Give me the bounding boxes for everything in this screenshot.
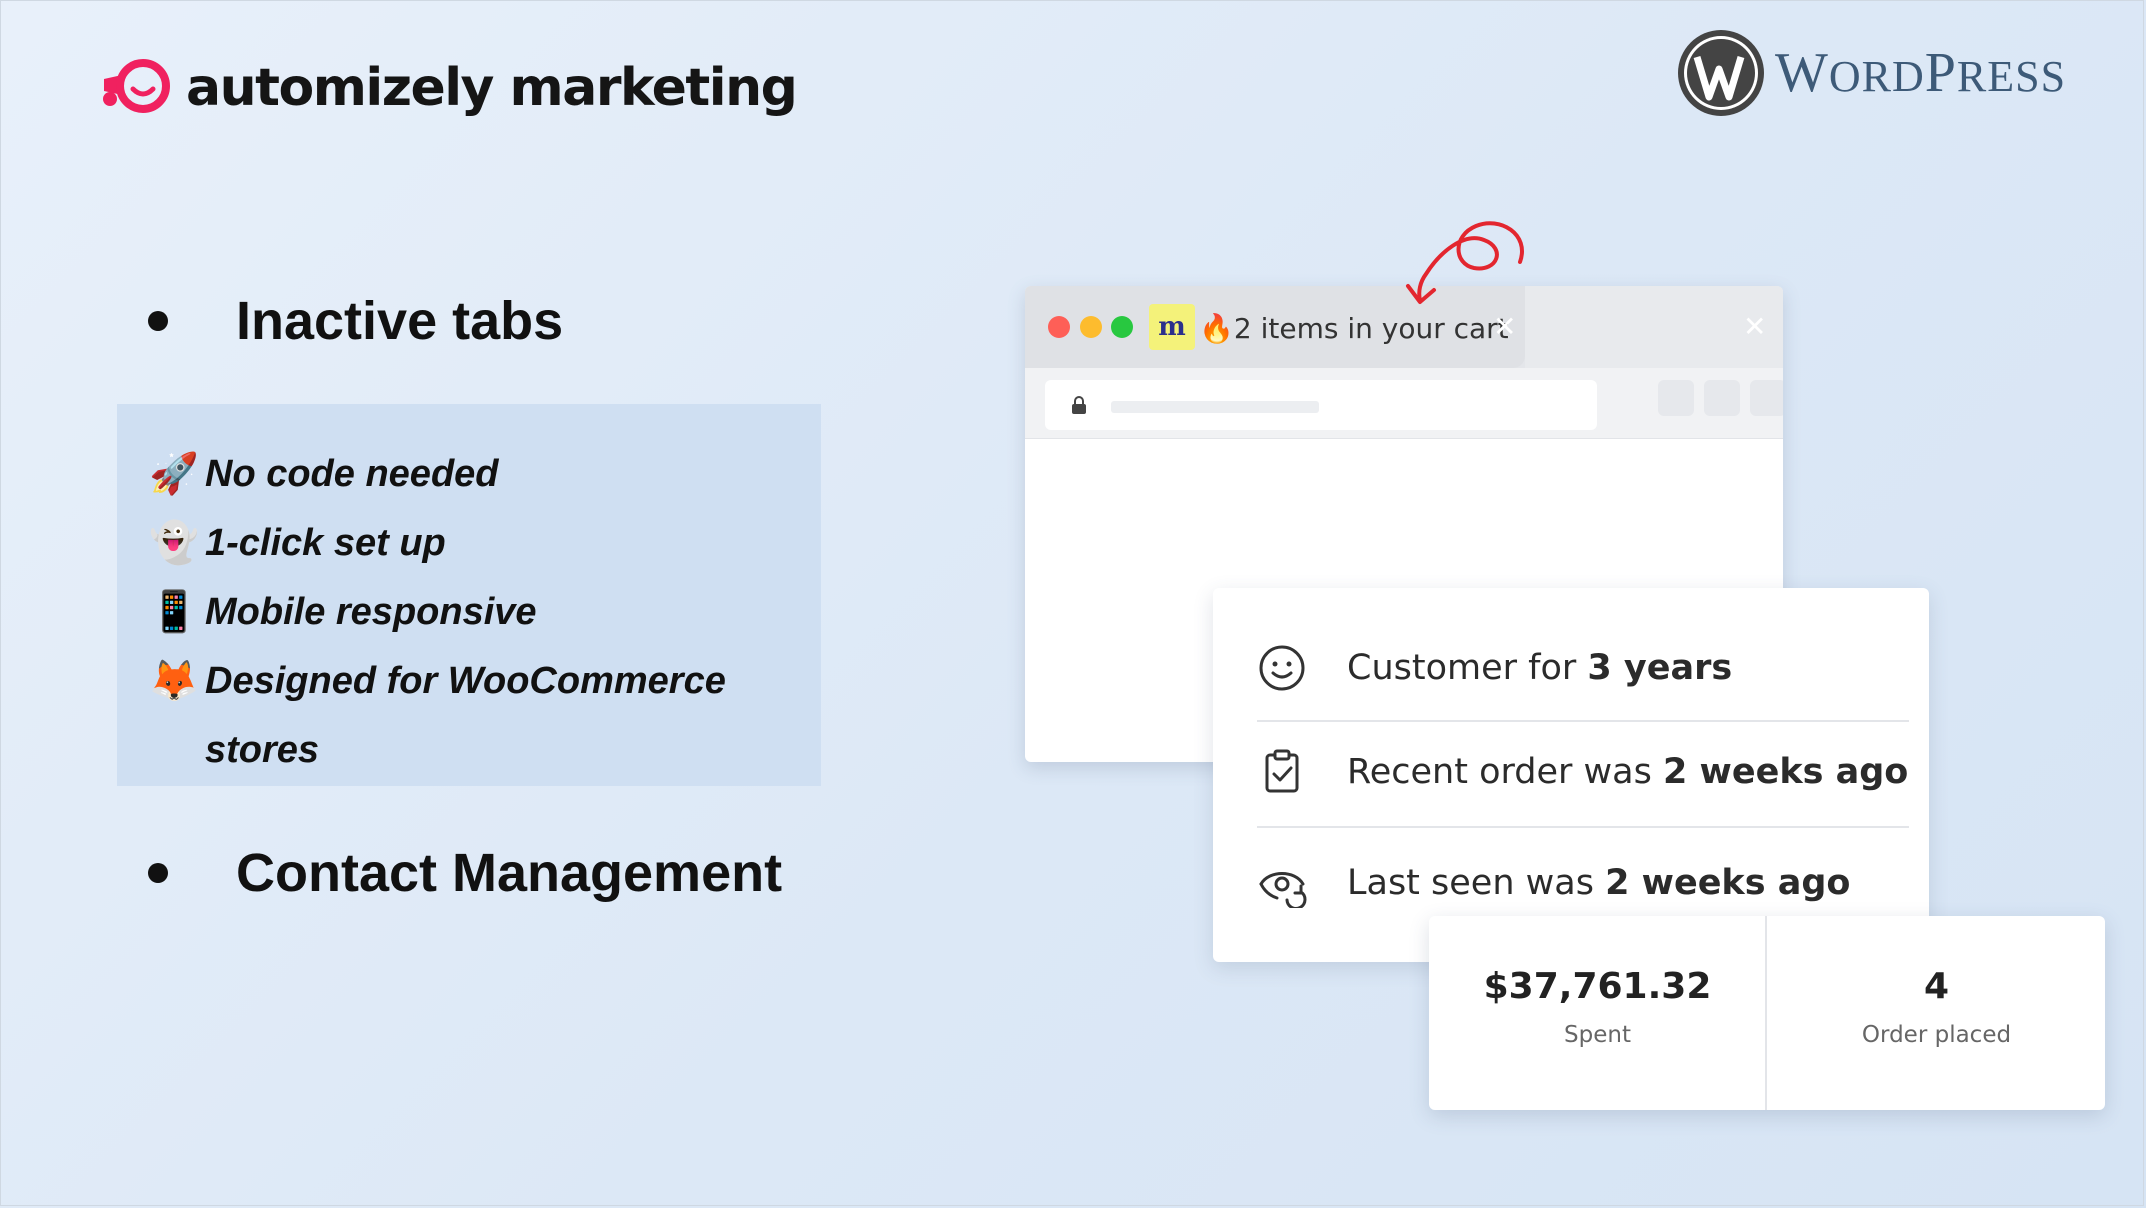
row-prefix: Last seen was: [1347, 863, 1606, 903]
brand-name: automizely marketing: [186, 58, 798, 118]
bullet-dot: [148, 863, 168, 883]
browser-toolbar: [1025, 368, 1783, 439]
row-text: Last seen was 2 weeks ago: [1347, 863, 1850, 903]
stat-value: $37,761.32: [1483, 966, 1712, 1007]
megaphone-smile-icon: [103, 59, 170, 113]
wordpress-part-ord: ORD: [1828, 52, 1925, 101]
feature-item: 📱 Mobile responsive: [117, 578, 821, 647]
row-text: Recent order was 2 weeks ago: [1347, 752, 1908, 792]
bullet-inactive-tabs: Inactive tabs: [96, 290, 563, 352]
row-emphasis: 2 weeks ago: [1605, 863, 1851, 903]
fox-icon: 🦊: [149, 659, 199, 703]
stat-orders: 4 Order placed: [1768, 916, 2105, 1110]
wordpress-wordmark: WORDPRESS: [1775, 41, 2066, 105]
wordpress-initial-w: W: [1775, 42, 1829, 104]
close-window-light[interactable]: [1048, 316, 1070, 338]
smiley-icon: [1259, 645, 1305, 691]
favicon-icon: m: [1149, 304, 1195, 350]
url-placeholder: [1111, 401, 1319, 413]
toolbar-button[interactable]: [1704, 380, 1740, 416]
last-seen-row: Last seen was 2 weeks ago: [1257, 858, 1850, 908]
stat-value: 4: [1923, 966, 1950, 1007]
feature-text: 1-click set up: [205, 522, 446, 564]
feature-item: 🚀 No code needed: [117, 440, 821, 509]
feature-text: Designed for WooCommerce stores: [205, 660, 726, 771]
annotation-arrow-icon: [1406, 221, 1524, 304]
toolbar-button[interactable]: [1750, 380, 1783, 416]
bullet-label: Inactive tabs: [236, 291, 564, 351]
divider: [1765, 916, 1767, 1110]
wordpress-initial-p: P: [1924, 42, 1957, 104]
wordpress-logo: [1678, 30, 1764, 116]
stat-label: Order placed: [1861, 1022, 2012, 1048]
toolbar-button[interactable]: [1658, 380, 1694, 416]
row-emphasis: 3 years: [1587, 648, 1733, 688]
eye-refresh-icon: [1259, 872, 1307, 908]
address-bar[interactable]: [1045, 380, 1597, 430]
bullet-contact-management: Contact Management: [96, 842, 782, 904]
wordpress-part-ress: RESS: [1956, 52, 2067, 101]
close-icon[interactable]: ✕: [1743, 310, 1766, 343]
feature-text: No code needed: [205, 453, 499, 495]
row-prefix: Customer for: [1347, 648, 1588, 688]
bullet-dot: [148, 311, 168, 331]
recent-order-row: Recent order was 2 weeks ago: [1257, 747, 1908, 797]
clipboard-check-icon: [1265, 749, 1299, 793]
customer-tenure-row: Customer for 3 years: [1257, 643, 1732, 693]
row-emphasis: 2 weeks ago: [1662, 752, 1909, 792]
maximize-window-light[interactable]: [1111, 316, 1133, 338]
stat-label: Spent: [1564, 1022, 1631, 1048]
brand: automizely marketing: [100, 55, 798, 121]
feature-item: 👻 1-click set up: [117, 509, 821, 578]
feature-text: Mobile responsive: [205, 591, 537, 633]
divider: [1257, 826, 1909, 828]
lock-icon: [1072, 396, 1086, 414]
stat-spent: $37,761.32 Spent: [1429, 916, 1766, 1110]
customer-info-card: Customer for 3 years Recent order was 2 …: [1213, 588, 1929, 962]
row-text: Customer for 3 years: [1347, 648, 1732, 688]
ghost-icon: 👻: [149, 521, 199, 565]
wordpress-brand: WORDPRESS: [1675, 27, 2066, 119]
minimize-window-light[interactable]: [1080, 316, 1102, 338]
mobile-phone-icon: 📱: [149, 590, 199, 634]
bullet-label: Contact Management: [236, 843, 783, 903]
feature-item: 🦊 Designed for WooCommerce stores: [117, 647, 821, 785]
row-prefix: Recent order was: [1347, 752, 1663, 792]
inactive-tab[interactable]: ✕: [1525, 286, 1783, 368]
divider: [1257, 720, 1909, 722]
features-box: 🚀 No code needed 👻 1-click set up 📱 Mobi…: [117, 404, 821, 786]
rocket-icon: 🚀: [149, 452, 199, 496]
customer-stats-card: $37,761.32 Spent 4 Order placed: [1429, 916, 2105, 1110]
